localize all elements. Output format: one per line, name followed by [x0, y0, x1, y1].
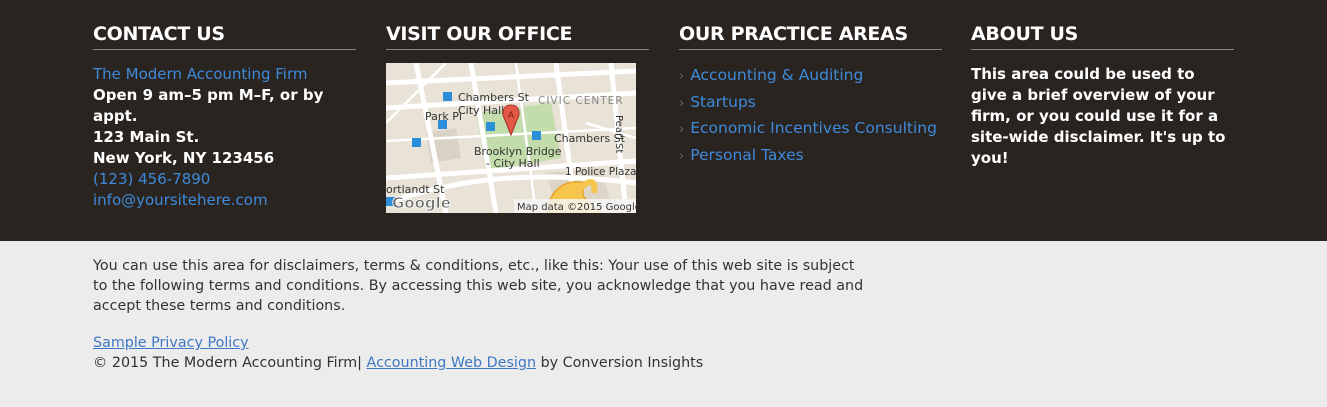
map-label: - City Hall [486, 157, 540, 170]
map-label: CIVIC CENTER [538, 95, 624, 107]
map-image: Chambers St City Hall CIVIC CENTER Park … [386, 63, 636, 213]
map-label: 1 Police Plaza [565, 166, 636, 178]
chevron-right-icon: › [679, 69, 685, 84]
city-address: New York, NY 123456 [93, 149, 275, 167]
chevron-right-icon: › [679, 95, 685, 111]
map-label: City Hall [458, 104, 504, 117]
privacy-policy-link[interactable]: Sample Privacy Policy [93, 333, 249, 353]
firm-name-link[interactable]: The Modern Accounting Firm [93, 64, 356, 85]
footer-bottom: You can use this area for disclaimers, t… [93, 256, 873, 373]
about-text: This area could be used to give a brief … [971, 65, 1226, 167]
practice-list: › Accounting & Auditing › Startups › Econom… [679, 63, 942, 169]
practice-heading: OUR PRACTICE AREAS [679, 22, 942, 50]
contact-column: CONTACT US The Modern Accounting Firm Op… [93, 22, 356, 211]
contact-details: The Modern Accounting Firm Open 9 am–5 p… [93, 64, 356, 211]
office-heading: VISIT OUR OFFICE [386, 22, 649, 50]
credit-text: by Conversion Insights [540, 355, 704, 371]
about-column: ABOUT US This area could be used to give… [971, 22, 1234, 169]
street-address: 123 Main St. [93, 128, 200, 146]
practice-label[interactable]: Startups [690, 93, 756, 111]
footer-widgets: CONTACT US The Modern Accounting Firm Op… [0, 0, 1327, 241]
about-heading: ABOUT US [971, 22, 1234, 50]
map-label: Pearl St [613, 115, 624, 153]
practice-item[interactable]: › Economic Incentives Consulting [679, 116, 942, 143]
practice-item[interactable]: › Startups [679, 90, 942, 117]
practice-item[interactable]: › Personal Taxes [679, 143, 942, 170]
chevron-right-icon: › [679, 122, 685, 138]
phone-link[interactable]: (123) 456-7890 [93, 169, 356, 190]
practice-label[interactable]: Accounting & Auditing [690, 66, 863, 84]
marker-label: A [508, 111, 515, 121]
web-design-link[interactable]: Accounting Web Design [367, 355, 536, 371]
office-map[interactable]: Chambers St City Hall CIVIC CENTER Park … [386, 63, 636, 213]
map-credit: Map data ©2015 Google [517, 202, 636, 213]
email-link[interactable]: info@yoursitehere.com [93, 190, 356, 211]
chevron-right-icon: › [679, 148, 685, 164]
practice-item[interactable]: › Accounting & Auditing [679, 63, 942, 90]
copyright-line: © 2015 The Modern Accounting Firm| Accou… [93, 353, 873, 373]
office-hours: Open 9 am–5 pm M–F, or by appt. [93, 86, 324, 125]
office-column: VISIT OUR OFFICE Chambers St City Hall C… [386, 22, 649, 213]
copyright-text: © 2015 The Modern Accounting Firm| [93, 355, 362, 371]
google-logo: Google [392, 194, 451, 212]
practice-label[interactable]: Economic Incentives Consulting [690, 119, 937, 137]
practice-column: OUR PRACTICE AREAS › Accounting & Auditin… [679, 22, 942, 169]
map-label: Chambers St [458, 91, 530, 104]
practice-label[interactable]: Personal Taxes [690, 146, 804, 164]
disclaimer-text: You can use this area for disclaimers, t… [93, 258, 864, 314]
contact-heading: CONTACT US [93, 22, 356, 50]
